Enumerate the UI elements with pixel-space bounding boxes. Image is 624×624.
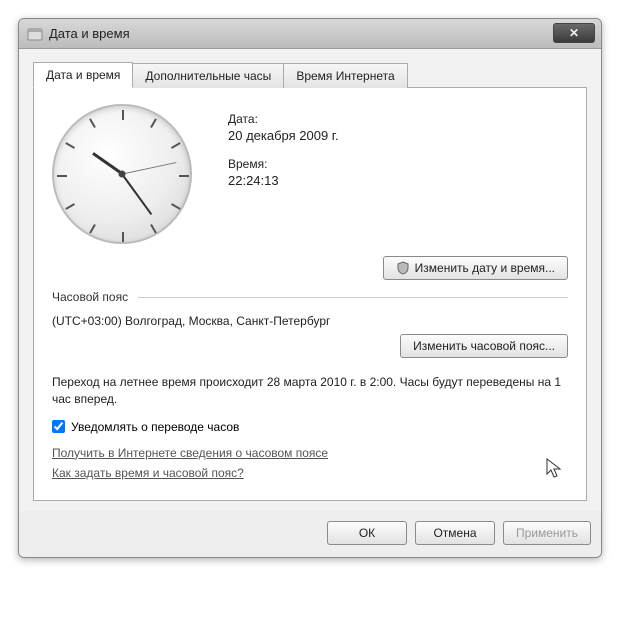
cancel-button[interactable]: Отмена [415, 521, 495, 545]
change-datetime-button-label: Изменить дату и время... [415, 261, 555, 275]
link-howto[interactable]: Как задать время и часовой пояс? [52, 466, 244, 480]
clock-minute-hand [121, 173, 152, 215]
timezone-section-label: Часовой пояс [52, 290, 568, 304]
close-icon: ✕ [569, 26, 579, 40]
timezone-value: (UTC+03:00) Волгоград, Москва, Санкт-Пет… [52, 314, 568, 328]
tab-internet-time[interactable]: Время Интернета [283, 63, 407, 88]
shield-icon [396, 261, 410, 275]
datetime-dialog-window: Дата и время ✕ Дата и время Дополнительн… [18, 18, 602, 558]
clock-second-hand [122, 162, 176, 174]
change-datetime-row: Изменить дату и время... [52, 256, 568, 280]
notify-dst-label: Уведомлять о переводе часов [71, 420, 239, 434]
dialog-body: Дата и время Дополнительные часы Время И… [19, 49, 601, 511]
link-tzinfo[interactable]: Получить в Интернете сведения о часовом … [52, 446, 328, 460]
ok-button[interactable]: ОК [327, 521, 407, 545]
analog-clock [52, 104, 192, 244]
change-timezone-row: Изменить часовой пояс... [52, 334, 568, 358]
change-timezone-button-label: Изменить часовой пояс... [413, 339, 555, 353]
timezone-section-text: Часовой пояс [52, 290, 128, 304]
apply-button[interactable]: Применить [503, 521, 591, 545]
change-timezone-button[interactable]: Изменить часовой пояс... [400, 334, 568, 358]
notify-dst-checkbox[interactable] [52, 420, 65, 433]
change-datetime-button[interactable]: Изменить дату и время... [383, 256, 568, 280]
datetime-icon [27, 26, 43, 42]
window-title: Дата и время [49, 26, 130, 41]
date-value: 20 декабря 2009 г. [228, 128, 568, 143]
datetime-info: Дата: 20 декабря 2009 г. Время: 22:24:13 [228, 104, 568, 244]
close-button[interactable]: ✕ [553, 23, 595, 43]
notify-dst-row[interactable]: Уведомлять о переводе часов [52, 420, 568, 434]
tab-panel-datetime: Дата: 20 декабря 2009 г. Время: 22:24:13… [33, 87, 587, 501]
dst-info-text: Переход на летнее время происходит 28 ма… [52, 374, 568, 408]
titlebar[interactable]: Дата и время ✕ [19, 19, 601, 49]
dialog-footer: ОК Отмена Применить [19, 511, 601, 557]
divider [138, 297, 568, 298]
tab-strip: Дата и время Дополнительные часы Время И… [33, 61, 587, 88]
datetime-top-row: Дата: 20 декабря 2009 г. Время: 22:24:13 [52, 104, 568, 244]
time-label: Время: [228, 157, 568, 171]
clock-container [52, 104, 202, 244]
date-label: Дата: [228, 112, 568, 126]
tab-additional-clocks[interactable]: Дополнительные часы [132, 63, 284, 88]
tab-datetime[interactable]: Дата и время [33, 62, 133, 88]
time-value: 22:24:13 [228, 173, 568, 188]
